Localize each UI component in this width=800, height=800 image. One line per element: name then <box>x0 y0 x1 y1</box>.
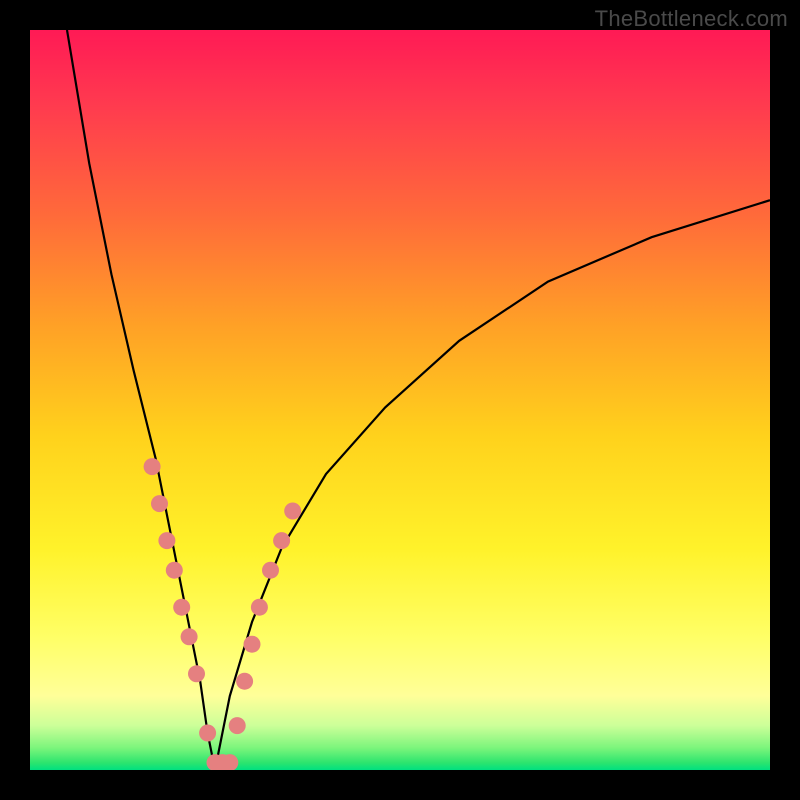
data-marker <box>181 628 198 645</box>
data-marker <box>251 599 268 616</box>
data-marker <box>262 562 279 579</box>
curve-left-branch <box>67 30 215 770</box>
curve-right-branch <box>215 200 770 770</box>
data-marker <box>144 458 161 475</box>
data-marker <box>158 532 175 549</box>
data-marker <box>166 562 183 579</box>
data-marker <box>273 532 290 549</box>
data-marker <box>151 495 168 512</box>
data-marker <box>284 503 301 520</box>
data-marker <box>188 665 205 682</box>
data-marker <box>173 599 190 616</box>
data-marker <box>236 673 253 690</box>
curve-layer <box>30 30 770 770</box>
data-marker <box>244 636 261 653</box>
chart-frame: TheBottleneck.com <box>0 0 800 800</box>
marker-group <box>144 458 302 770</box>
data-marker <box>229 717 246 734</box>
plot-area <box>30 30 770 770</box>
watermark-text: TheBottleneck.com <box>595 6 788 32</box>
data-marker <box>199 725 216 742</box>
